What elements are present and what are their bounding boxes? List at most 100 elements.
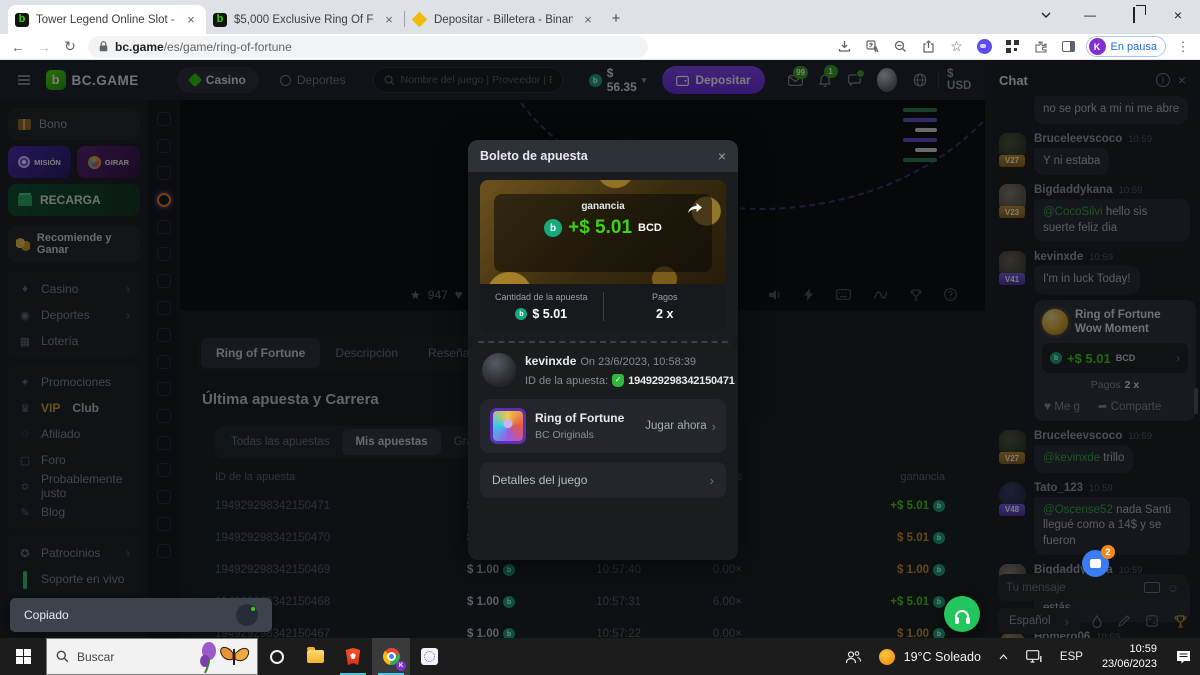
browser-tab-2[interactable]: b $5,000 Exclusive Ring Of Fortune × xyxy=(206,5,404,34)
tab-title: Depositar - Billetera - Binance xyxy=(434,14,573,26)
new-messages-button[interactable]: 2 xyxy=(1082,550,1109,577)
extensions-puzzle-icon[interactable] xyxy=(1030,37,1052,57)
taskbar-search-input[interactable] xyxy=(77,650,182,664)
bcd-coin-icon: b xyxy=(515,308,527,320)
bcd-coin-icon: b xyxy=(544,219,562,237)
start-button[interactable] xyxy=(0,638,46,675)
url-text: bc.game/es/game/ring-of-fortune xyxy=(115,40,292,54)
play-now-button[interactable]: Jugar ahora› xyxy=(645,419,716,434)
back-button[interactable]: ← xyxy=(6,39,30,55)
reload-button[interactable]: ↻ xyxy=(58,38,82,55)
lock-icon xyxy=(99,41,108,52)
windows-taskbar: K 19°C Soleado ESP 10:59 23/06/2023 xyxy=(0,638,1200,675)
search-icon xyxy=(56,650,69,663)
modal-header: Boleto de apuesta × xyxy=(468,140,738,172)
weather-widget[interactable]: 19°C Soleado xyxy=(870,638,990,675)
game-row[interactable]: Ring of Fortune BC Originals Jugar ahora… xyxy=(480,399,726,453)
share-icon[interactable] xyxy=(918,37,940,57)
tab-close-icon[interactable]: × xyxy=(183,12,199,27)
tab-title: Tower Legend Online Slot - Play o xyxy=(36,14,176,26)
win-card: ganancia b +$ 5.01 BCD xyxy=(494,194,712,272)
share-icon[interactable] xyxy=(687,203,703,216)
avatar: K xyxy=(1089,38,1106,55)
translate-icon[interactable] xyxy=(862,37,884,57)
clock-time: 10:59 xyxy=(1102,642,1157,656)
windows-logo-icon xyxy=(16,649,31,664)
extension-purple-icon[interactable] xyxy=(974,37,996,57)
window-chevron-icon[interactable] xyxy=(1024,12,1068,18)
win-amount: +$ 5.01 xyxy=(568,217,632,239)
tab-close-icon[interactable]: × xyxy=(381,12,397,27)
ticket-divider xyxy=(468,341,738,343)
tray-chevron-icon[interactable] xyxy=(990,638,1017,675)
folder-icon xyxy=(307,650,324,663)
bcgame-site: b BC.GAME Casino Deportes b $ 56.35 ▾ De… xyxy=(0,60,1200,638)
bcgame-favicon: b xyxy=(15,13,29,27)
search-highlight-image[interactable] xyxy=(195,639,257,674)
screen: b Tower Legend Online Slot - Play o × b … xyxy=(0,0,1200,675)
toolbar-icons: ☆ K En pausa ⋮ xyxy=(834,36,1194,57)
side-panel-icon[interactable] xyxy=(1058,37,1080,57)
profile-status: En pausa xyxy=(1111,41,1157,53)
restore-button[interactable] xyxy=(1112,8,1156,22)
close-modal-icon[interactable]: × xyxy=(718,148,726,164)
avatar xyxy=(482,353,516,387)
browser-tab-1[interactable]: b Tower Legend Online Slot - Play o × xyxy=(8,5,206,34)
clock-date: 23/06/2023 xyxy=(1102,657,1157,671)
brave-icon xyxy=(345,648,361,665)
chat-bubble-icon xyxy=(1090,559,1101,568)
cortana-icon xyxy=(270,650,284,664)
verified-shield-icon: ✓ xyxy=(612,374,624,387)
system-tray: 19°C Soleado ESP 10:59 23/06/2023 xyxy=(836,638,1200,675)
taskbar-search[interactable] xyxy=(46,638,258,675)
chrome-profile-badge: K xyxy=(396,661,406,671)
copied-toast: Copiado xyxy=(10,598,272,632)
modal-title: Boleto de apuesta xyxy=(480,149,718,163)
bcgame-favicon: b xyxy=(213,13,227,27)
game-details-row[interactable]: Detalles del juego › xyxy=(480,462,726,498)
toast-timer-icon xyxy=(236,604,258,626)
bet-ticket-modal: Boleto de apuesta × ganancia b +$ 5.01 B… xyxy=(468,140,738,560)
keyboard-language[interactable]: ESP xyxy=(1051,638,1092,675)
bookmark-star-icon[interactable]: ☆ xyxy=(946,37,968,57)
bet-id: 194929298342150471 xyxy=(628,375,735,387)
support-button[interactable] xyxy=(944,596,980,632)
game-thumbnail xyxy=(490,408,526,444)
close-window-button[interactable]: × xyxy=(1156,7,1200,23)
app-icon xyxy=(421,648,438,665)
bet-user-info: kevinxdeOn 23/6/2023, 10:58:39 ID de la … xyxy=(482,353,724,387)
browser-menu-icon[interactable]: ⋮ xyxy=(1172,37,1194,57)
extension-qr-icon[interactable] xyxy=(1002,37,1024,57)
taskbar-brave[interactable] xyxy=(334,638,372,675)
taskbar-cortana[interactable] xyxy=(258,638,296,675)
window-controls: — × xyxy=(1024,0,1200,30)
display-network-icon[interactable] xyxy=(1017,638,1051,675)
headphones-icon xyxy=(955,610,969,619)
tab-close-icon[interactable]: × xyxy=(580,12,596,27)
taskbar-clock[interactable]: 10:59 23/06/2023 xyxy=(1092,642,1167,671)
sun-icon xyxy=(879,649,895,665)
tab-title: $5,000 Exclusive Ring Of Fortune xyxy=(234,14,374,26)
binance-favicon xyxy=(412,12,428,28)
browser-tab-strip: b Tower Legend Online Slot - Play o × b … xyxy=(0,0,1200,34)
browser-tab-3[interactable]: Depositar - Billetera - Binance × xyxy=(405,5,603,34)
notification-center-icon[interactable] xyxy=(1167,638,1200,675)
weather-text: 19°C Soleado xyxy=(904,650,981,664)
forward-button[interactable]: → xyxy=(32,39,56,55)
payout-multiplier: 2 x xyxy=(656,307,673,321)
address-bar[interactable]: bc.game/es/game/ring-of-fortune xyxy=(88,36,648,58)
minimize-button[interactable]: — xyxy=(1068,8,1112,22)
people-icon[interactable] xyxy=(836,638,870,675)
bet-amount: $ 5.01 xyxy=(532,307,567,321)
taskbar-app[interactable] xyxy=(410,638,448,675)
new-message-count: 2 xyxy=(1101,545,1115,559)
profile-chip[interactable]: K En pausa xyxy=(1086,36,1166,57)
username[interactable]: kevinxde xyxy=(525,354,576,368)
taskbar-file-explorer[interactable] xyxy=(296,638,334,675)
win-banner: ganancia b +$ 5.01 BCD xyxy=(480,180,726,284)
taskbar-chrome[interactable]: K xyxy=(372,638,410,675)
bet-stats: Cantidad de la apuesta b$ 5.01 Pagos 2 x xyxy=(480,284,726,331)
new-tab-button[interactable]: + xyxy=(603,5,629,31)
zoom-out-icon[interactable] xyxy=(890,37,912,57)
download-icon[interactable] xyxy=(834,37,856,57)
